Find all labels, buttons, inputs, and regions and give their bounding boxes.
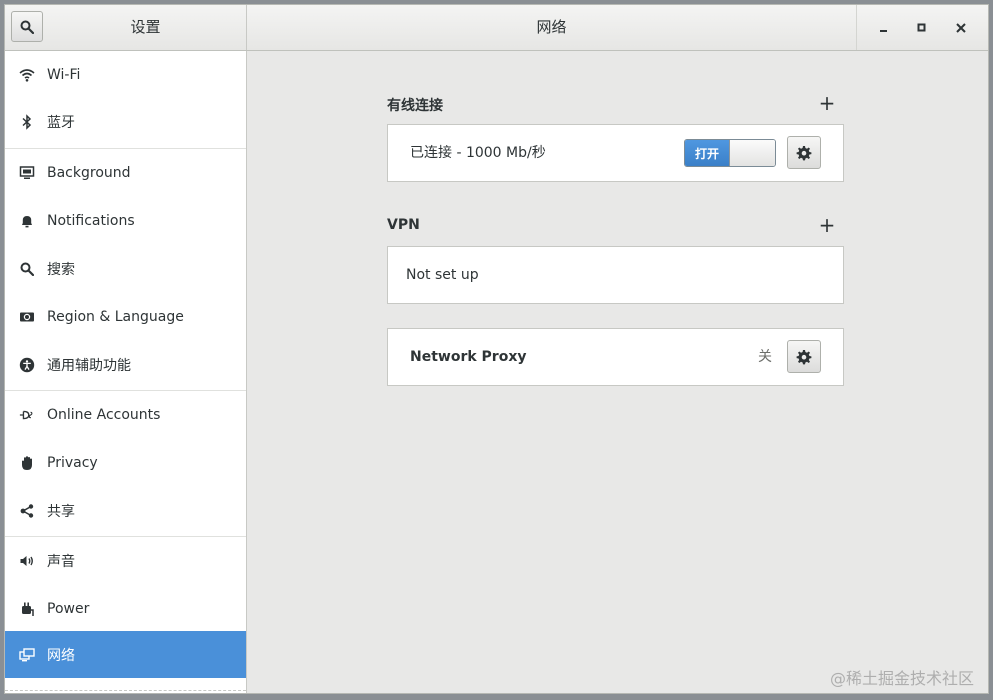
sidebar-item-background[interactable]: Background (5, 149, 246, 196)
sidebar-item-label: Privacy (47, 454, 98, 471)
online-accounts-icon (19, 407, 35, 423)
network-icon (19, 647, 35, 663)
sidebar-bottom-divider (5, 690, 246, 691)
sidebar-item-label: 蓝牙 (47, 114, 75, 131)
region-icon (19, 309, 35, 325)
sidebar-item-label: Notifications (47, 212, 135, 229)
sidebar-item-region[interactable]: Region & Language (5, 293, 246, 340)
sidebar-item-label: 共享 (47, 503, 75, 520)
settings-window: 设置 网络 Wi-Fi 蓝牙 Background Notifications … (4, 4, 989, 694)
sidebar-item-search[interactable]: 搜索 (5, 245, 246, 292)
sidebar-item-label: 通用辅助功能 (47, 357, 131, 374)
sidebar-item-label: 声音 (47, 553, 75, 570)
search-icon (20, 20, 34, 34)
bell-icon (19, 213, 35, 229)
wifi-icon (19, 67, 35, 83)
sidebar-item-label: 搜索 (47, 261, 75, 278)
minimize-button[interactable] (872, 16, 896, 40)
search-button[interactable] (11, 11, 43, 42)
bluetooth-icon (19, 113, 35, 130)
sidebar-item-label: Power (47, 600, 90, 617)
sidebar: Wi-Fi 蓝牙 Background Notifications 搜索 Reg… (5, 51, 247, 693)
sidebar-title: 设置 (130, 18, 161, 36)
hand-icon (19, 455, 35, 471)
sidebar-item-label: Online Accounts (47, 406, 161, 423)
sidebar-header: 设置 (5, 5, 247, 50)
wired-settings-button[interactable] (787, 136, 821, 169)
proxy-settings-button[interactable] (787, 340, 821, 373)
share-icon (19, 503, 35, 519)
maximize-button[interactable] (910, 16, 934, 40)
add-vpn-button[interactable]: + (817, 215, 837, 235)
add-wired-button[interactable]: + (817, 93, 837, 113)
sidebar-item-privacy[interactable]: Privacy (5, 439, 246, 486)
page-title: 网络 (536, 18, 567, 36)
vpn-card: Not set up (387, 246, 844, 304)
header-bar: 设置 网络 (5, 5, 988, 51)
sidebar-item-sharing[interactable]: 共享 (5, 487, 246, 534)
gear-icon (796, 145, 812, 160)
background-icon (19, 165, 35, 181)
close-icon (956, 22, 966, 33)
close-button[interactable] (949, 16, 973, 40)
toggle-on-label: 打开 (685, 140, 729, 166)
sidebar-item-bluetooth[interactable]: 蓝牙 (5, 98, 246, 145)
wired-section-title: 有线连接 (387, 98, 443, 114)
sidebar-item-label: Wi-Fi (47, 66, 81, 83)
watermark: @稀土掘金技术社区 (829, 669, 974, 688)
maximize-icon (917, 23, 926, 31)
network-proxy-title: Network Proxy (410, 349, 527, 365)
accessibility-icon (19, 357, 35, 373)
vpn-section-title: VPN (387, 217, 420, 233)
wired-toggle-switch[interactable]: 打开 (684, 139, 776, 167)
sidebar-item-sound[interactable]: 声音 (5, 537, 246, 584)
network-proxy-card[interactable]: Network Proxy 关 (387, 328, 844, 386)
sidebar-item-wifi[interactable]: Wi-Fi (5, 51, 246, 98)
power-plug-icon (19, 601, 35, 617)
sidebar-item-accessibility[interactable]: 通用辅助功能 (5, 341, 246, 388)
sidebar-item-online-accounts[interactable]: Online Accounts (5, 391, 246, 438)
sidebar-item-label: Background (47, 164, 131, 181)
gear-icon (796, 349, 812, 364)
vpn-status: Not set up (406, 267, 479, 283)
sidebar-item-network[interactable]: 网络 (5, 631, 246, 678)
search-icon (19, 261, 35, 277)
network-panel: 有线连接 + 已连接 - 1000 Mb/秒 打开 VPN + Not set … (247, 51, 988, 693)
wired-connection-card: 已连接 - 1000 Mb/秒 打开 (387, 124, 844, 182)
sidebar-item-power[interactable]: Power (5, 585, 246, 632)
speaker-icon (19, 553, 35, 569)
wired-status: 已连接 - 1000 Mb/秒 (410, 145, 546, 161)
minimize-icon (880, 29, 888, 32)
sidebar-item-notifications[interactable]: Notifications (5, 197, 246, 244)
window-controls (856, 5, 988, 50)
sidebar-item-label: Region & Language (47, 308, 184, 325)
sidebar-item-label: 网络 (47, 647, 75, 664)
toggle-knob (729, 140, 775, 166)
network-proxy-status: 关 (758, 349, 772, 365)
